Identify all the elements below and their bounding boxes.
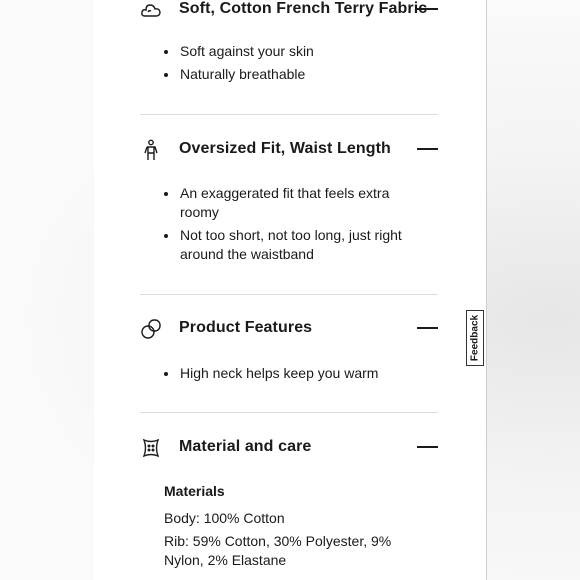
bullet-list: An exaggerated fit that feels extra room… (164, 184, 404, 264)
collapse-icon[interactable] (417, 327, 438, 329)
fabric-swatch-icon (140, 437, 162, 459)
section-features-header[interactable]: Product Features (94, 318, 486, 348)
section-title: Material and care (179, 438, 312, 455)
divider (140, 114, 438, 115)
person-fit-icon (140, 139, 162, 161)
section-material-header[interactable]: Material and care (94, 437, 486, 467)
list-item: High neck helps keep you warm (164, 364, 404, 383)
materials-heading: Materials (164, 483, 225, 499)
product-details-panel: Soft, Cotton French Terry Fabric Soft ag… (94, 0, 487, 580)
divider (140, 294, 438, 295)
section-fit-header[interactable]: Oversized Fit, Waist Length (94, 139, 486, 169)
bullet-list: High neck helps keep you warm (164, 364, 404, 383)
list-item: An exaggerated fit that feels extra room… (164, 184, 404, 222)
collapse-icon[interactable] (417, 8, 438, 10)
section-title: Product Features (179, 319, 313, 336)
list-item: Soft against your skin (164, 42, 404, 61)
bullet-list: Soft against your skin Naturally breatha… (164, 42, 404, 84)
section-title: Oversized Fit, Waist Length (179, 140, 391, 157)
features-icon (140, 318, 162, 340)
section-title: Soft, Cotton French Terry Fabric (179, 0, 428, 17)
cloud-icon (140, 0, 162, 21)
materials-body: Body: 100% Cotton (164, 510, 285, 526)
list-item: Naturally breathable (164, 65, 404, 84)
list-item: Not too short, not too long, just right … (164, 226, 404, 264)
feedback-label: Feedback (469, 314, 481, 362)
materials-rib: Rib: 59% Cotton, 30% Polyester, 9% Nylon… (164, 533, 392, 568)
collapse-icon[interactable] (417, 148, 438, 150)
feedback-button[interactable]: Feedback (466, 310, 484, 366)
divider (140, 412, 438, 413)
section-fabric-header[interactable]: Soft, Cotton French Terry Fabric (94, 0, 486, 29)
collapse-icon[interactable] (417, 446, 438, 448)
